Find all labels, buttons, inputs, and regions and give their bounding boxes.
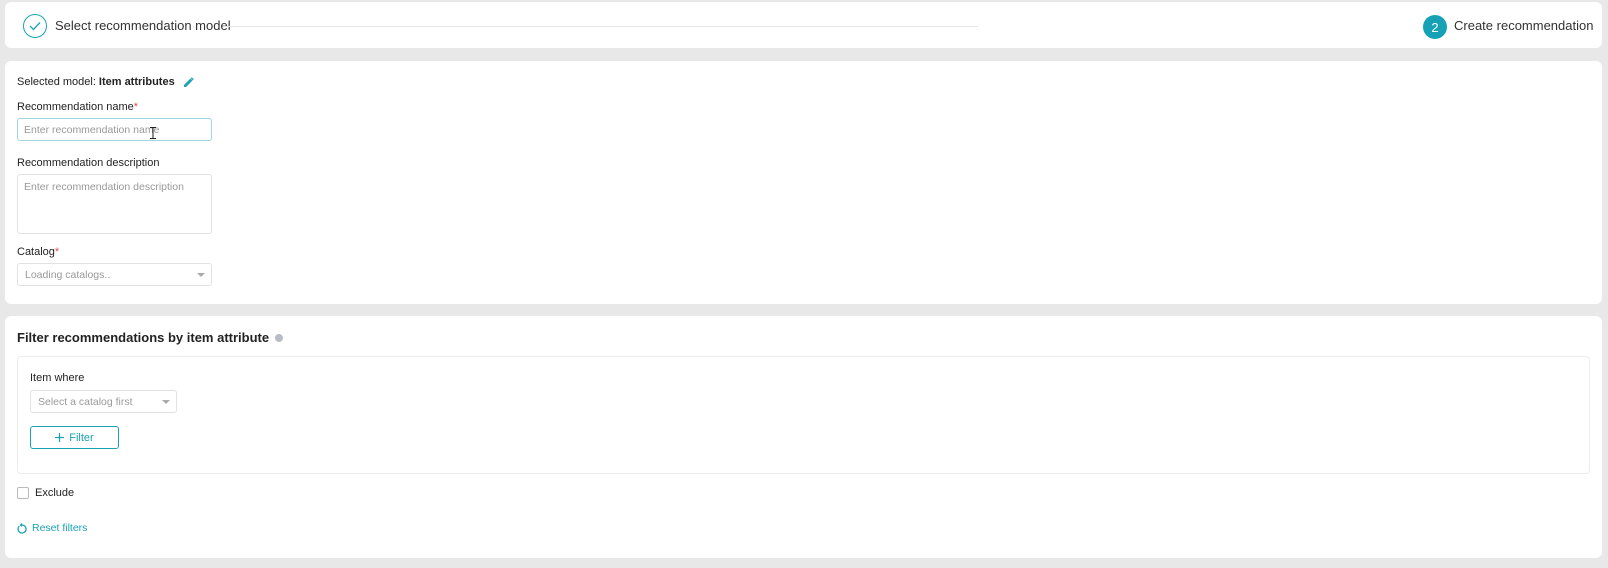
step1-label[interactable]: Select recommendation model: [55, 18, 231, 33]
stepper: Select recommendation model 2 Create rec…: [5, 2, 1602, 48]
selected-model-value: Item attributes: [98, 76, 175, 88]
filter-section-title: Filter recommendations by item attribute: [17, 330, 284, 345]
catalog-select-value: Loading catalogs..: [25, 269, 111, 281]
reset-icon: [17, 522, 27, 534]
attribute-select[interactable]: Select a catalog first: [30, 390, 177, 413]
exclude-row[interactable]: Exclude: [17, 487, 74, 499]
chevron-down-icon: [162, 400, 170, 404]
recommendation-description-label: Recommendation description: [17, 157, 160, 169]
plus-icon: [55, 433, 65, 442]
step2-label: Create recommendation: [1454, 18, 1594, 33]
filter-card: Filter recommendations by item attribute…: [5, 316, 1602, 558]
item-where-label: Item where: [30, 372, 85, 384]
recommendation-description-textarea[interactable]: Enter recommendation description: [17, 174, 212, 234]
recommendation-name-input[interactable]: Enter recommendation name: [17, 118, 212, 141]
selected-model-row: Selected model: Item attributes: [17, 76, 194, 88]
catalog-label: Catalog*: [17, 246, 60, 258]
add-filter-label: Filter: [69, 431, 94, 444]
catalog-select[interactable]: Loading catalogs..: [17, 263, 212, 286]
recommendation-name-label: Recommendation name*: [17, 101, 139, 113]
edit-model-pencil-icon[interactable]: [183, 76, 194, 88]
stepper-divider: [223, 26, 978, 27]
exclude-label: Exclude: [35, 487, 75, 499]
chevron-down-icon: [197, 273, 205, 277]
reset-filters-label: Reset filters: [32, 522, 88, 534]
recommendation-form-card: Selected model: Item attributes Recommen…: [5, 61, 1602, 304]
exclude-checkbox[interactable]: [17, 487, 29, 499]
reset-filters-link[interactable]: Reset filters: [17, 522, 87, 534]
text-cursor-icon: [150, 127, 156, 142]
attribute-select-value: Select a catalog first: [38, 396, 133, 408]
step2-number-badge: 2: [1423, 15, 1447, 39]
info-icon[interactable]: [275, 333, 284, 342]
add-filter-button[interactable]: Filter: [30, 426, 119, 449]
filter-rule-box: Item where Select a catalog first Filter: [17, 356, 1590, 474]
selected-model-prefix: Selected model:: [17, 76, 96, 88]
step1-completed-check-icon[interactable]: [23, 14, 47, 38]
